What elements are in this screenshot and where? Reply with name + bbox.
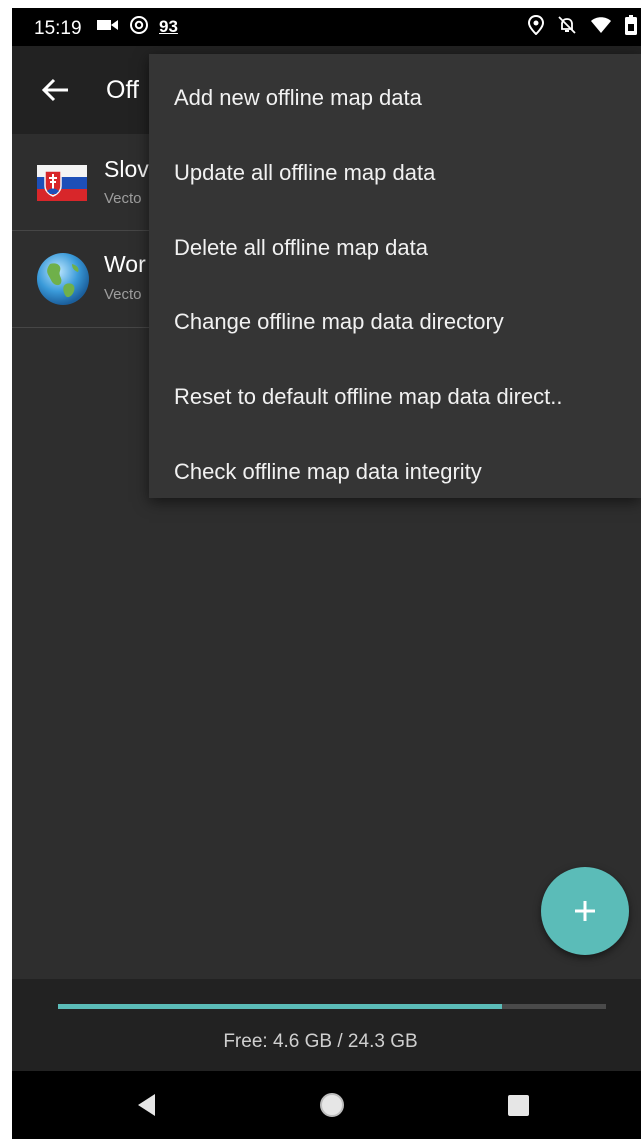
globe-icon [36, 252, 90, 306]
arrow-left-icon [38, 78, 74, 112]
storage-progress-fill [58, 1004, 502, 1009]
list-item-title: Slov [104, 156, 149, 182]
slovakia-flag-icon [36, 156, 90, 210]
menu-item-delete-all-offline-map-data[interactable]: Delete all offline map data [149, 211, 641, 285]
menu-item-check-data-integrity[interactable]: Check offline map data integrity [149, 435, 641, 509]
storage-free-label: Free: 4.6 GB / 24.3 GB [223, 1031, 418, 1052]
notification-number: 93 [159, 17, 178, 36]
list-item-title: Wor [104, 251, 146, 277]
home-circle-icon [318, 1093, 346, 1123]
wifi-icon [590, 16, 612, 39]
nav-back-button[interactable] [133, 1091, 161, 1119]
at-sign-icon [129, 15, 149, 40]
nav-home-button[interactable] [318, 1091, 346, 1119]
status-time: 15:19 [34, 18, 82, 39]
status-right-icons [527, 14, 637, 40]
menu-item-change-offline-map-data-directory[interactable]: Change offline map data directory [149, 285, 641, 359]
page-title: Off [106, 76, 139, 104]
list-item-subtitle: Vecto [104, 286, 142, 303]
overflow-menu: Add new offline map data Update all offl… [149, 54, 641, 498]
phone-screen: 15:19 93 Off Slov Vecto Wor Vecto Add ne… [12, 8, 641, 1139]
notifications-off-icon [557, 15, 577, 40]
add-fab-button[interactable] [541, 867, 629, 955]
navigation-bar [12, 1071, 641, 1139]
back-triangle-icon [133, 1094, 161, 1123]
nav-recents-button[interactable] [504, 1091, 532, 1119]
menu-item-update-all-offline-map-data[interactable]: Update all offline map data [149, 136, 641, 210]
list-item-subtitle: Vecto [104, 190, 142, 207]
battery-icon [625, 14, 637, 40]
storage-panel: Free: 4.6 GB / 24.3 GB [12, 979, 641, 1071]
video-camera-icon [97, 18, 119, 37]
status-bar: 15:19 93 [12, 8, 641, 46]
storage-progress-bar [58, 1004, 606, 1009]
status-left-icons: 93 [97, 15, 178, 40]
location-icon [527, 14, 545, 40]
back-button[interactable] [38, 72, 74, 108]
menu-item-reset-default-directory[interactable]: Reset to default offline map data direct… [149, 360, 641, 434]
recents-square-icon [504, 1095, 532, 1123]
menu-item-add-offline-map-data[interactable]: Add new offline map data [149, 61, 641, 135]
